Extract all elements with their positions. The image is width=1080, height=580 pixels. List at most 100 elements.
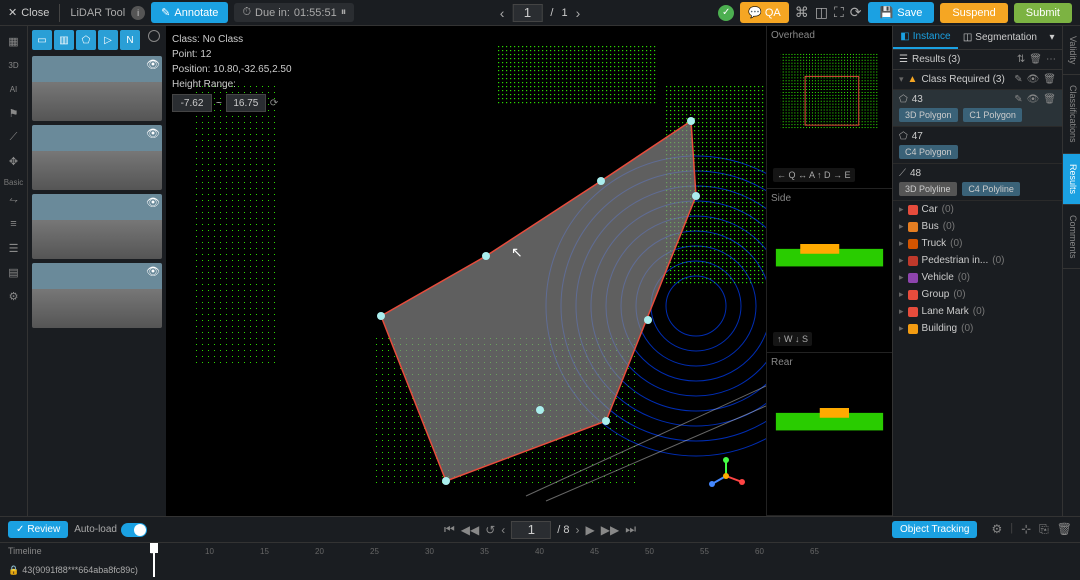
align-icon[interactable]: ⊹ bbox=[1021, 522, 1031, 537]
info-icon[interactable]: i bbox=[131, 6, 145, 20]
rear-view[interactable]: Rear bbox=[767, 353, 892, 516]
polygon-vertex[interactable] bbox=[644, 316, 652, 324]
next-page-icon[interactable]: › bbox=[576, 5, 581, 21]
frame-input[interactable] bbox=[511, 521, 551, 539]
eye-icon[interactable]: 👁 bbox=[146, 58, 160, 71]
submit-button[interactable]: Submit bbox=[1014, 3, 1072, 23]
polyline-tool-2[interactable]: N bbox=[120, 30, 140, 50]
edit-icon[interactable]: ✎ bbox=[1014, 94, 1022, 105]
object-tracking-button[interactable]: Object Tracking bbox=[892, 521, 977, 538]
filter-icon[interactable]: ☰ bbox=[3, 237, 25, 259]
chevron-right-icon[interactable]: ▸ bbox=[899, 323, 904, 334]
trash-icon[interactable]: 🗑 bbox=[1043, 94, 1056, 105]
polygon-vertex[interactable] bbox=[442, 477, 450, 485]
refresh-icon[interactable]: ⟳ bbox=[850, 4, 862, 21]
expand-icon[interactable]: ⛶ bbox=[834, 4, 844, 21]
class-required-group[interactable]: ▾ ▲ Class Required (3) ✎👁🗑 bbox=[893, 70, 1062, 90]
ai-icon[interactable]: AI bbox=[3, 78, 25, 100]
vtab-comments[interactable]: Comments bbox=[1063, 205, 1080, 270]
overhead-view[interactable]: Overhead ← Q ↔ A ↑ D → E bbox=[767, 26, 892, 189]
class-row[interactable]: ▸Vehicle (0) bbox=[893, 269, 1062, 286]
save-button[interactable]: 💾 Save bbox=[868, 2, 935, 23]
rect-tool[interactable]: ▭ bbox=[32, 30, 52, 50]
polygon-vertex[interactable] bbox=[482, 252, 490, 260]
prev-page-icon[interactable]: ‹ bbox=[500, 5, 505, 21]
vtab-validity[interactable]: Validity bbox=[1063, 26, 1080, 75]
chevron-down-icon[interactable]: ▾ bbox=[899, 74, 904, 85]
page-input[interactable] bbox=[512, 4, 542, 22]
results-header[interactable]: ☰ Results (3) ⇅ 🗑 ⋯ bbox=[893, 50, 1062, 70]
edit-icon[interactable]: ✎ bbox=[1014, 74, 1022, 85]
result-43[interactable]: ⬠ 43 ✎👁🗑 3D Polygon C1 Polygon bbox=[893, 90, 1062, 127]
chevron-right-icon[interactable]: ▸ bbox=[899, 238, 904, 249]
gear-icon[interactable]: ⚙ bbox=[991, 522, 1002, 537]
settings-icon[interactable]: ⚙ bbox=[3, 285, 25, 307]
vtab-results[interactable]: Results bbox=[1063, 154, 1080, 205]
replay-icon[interactable]: ↺ bbox=[485, 523, 495, 537]
polygon-vertex[interactable] bbox=[692, 192, 700, 200]
chevron-right-icon[interactable]: ▸ bbox=[899, 221, 904, 232]
camera-view-2[interactable]: 👁 bbox=[32, 125, 162, 190]
result-48[interactable]: ⟋ 48 3D Polyline C4 Polyline bbox=[893, 164, 1062, 201]
class-row[interactable]: ▸Building (0) bbox=[893, 320, 1062, 337]
3d-label[interactable]: 3D bbox=[3, 54, 25, 76]
close-button[interactable]: ✕ Close bbox=[8, 6, 49, 19]
measure-icon[interactable]: ⥊ bbox=[3, 189, 25, 211]
class-row[interactable]: ▸Truck (0) bbox=[893, 235, 1062, 252]
arrow-tool[interactable]: ▷ bbox=[98, 30, 118, 50]
bug-icon[interactable]: ⌘ bbox=[795, 4, 809, 21]
copy-frame-icon[interactable]: ⎘ bbox=[1039, 522, 1049, 537]
cuboid-tool[interactable]: ▥ bbox=[54, 30, 74, 50]
side-view[interactable]: Side ↑ W ↓ S bbox=[767, 189, 892, 352]
chat-outline-icon[interactable]: ◫ bbox=[815, 4, 828, 21]
eye-icon[interactable]: 👁 bbox=[146, 196, 160, 209]
class-row[interactable]: ▸Pedestrian in... (0) bbox=[893, 252, 1062, 269]
prev-frame-icon[interactable]: ‹ bbox=[501, 523, 505, 537]
grid-icon[interactable]: ▤ bbox=[3, 261, 25, 283]
move-icon[interactable]: ✥ bbox=[3, 150, 25, 172]
timeline-track[interactable]: 🔒 43(9091f88***664aba8fc89c) bbox=[8, 563, 1070, 577]
polyline-icon[interactable]: ⟋ bbox=[3, 126, 25, 148]
qa-button[interactable]: 💬 QA bbox=[740, 2, 789, 23]
timeline[interactable]: Timeline 5101520253035404550556065 🔒 43(… bbox=[0, 543, 1080, 580]
more-icon[interactable]: ⋯ bbox=[1046, 54, 1056, 65]
autoload-toggle[interactable]: Auto-load bbox=[74, 523, 147, 537]
chevron-right-icon[interactable]: ▸ bbox=[899, 272, 904, 283]
tab-segmentation[interactable]: ◫Segmentation bbox=[958, 26, 1042, 49]
vtab-classifications[interactable]: Classifications bbox=[1063, 75, 1080, 154]
annotate-button[interactable]: ✎ Annotate bbox=[151, 2, 228, 23]
trash-icon[interactable]: 🗑 bbox=[1043, 74, 1056, 85]
step-back-icon[interactable]: ◀◀ bbox=[461, 523, 479, 537]
class-row[interactable]: ▸Group (0) bbox=[893, 286, 1062, 303]
review-button[interactable]: ✓ Review bbox=[8, 521, 68, 538]
skip-last-icon[interactable]: ⏭ bbox=[625, 522, 636, 537]
chevron-right-icon[interactable]: ▸ bbox=[899, 255, 904, 266]
eye-small-icon[interactable]: 👁 bbox=[1027, 94, 1040, 105]
polygon-vertex[interactable] bbox=[536, 406, 544, 414]
polygon-tool[interactable]: ⬠ bbox=[76, 30, 96, 50]
height-max-input[interactable] bbox=[226, 94, 266, 112]
toggle-switch[interactable] bbox=[121, 523, 147, 537]
result-47[interactable]: ⬠ 47 C4 Polygon bbox=[893, 127, 1062, 164]
polygon-vertex[interactable] bbox=[687, 117, 695, 125]
cube-icon[interactable]: ▦ bbox=[3, 30, 25, 52]
axis-gizmo[interactable] bbox=[706, 456, 746, 496]
eye-small-icon[interactable]: 👁 bbox=[1027, 74, 1040, 85]
play-icon[interactable]: ▶ bbox=[586, 523, 595, 537]
eye-icon[interactable]: 👁 bbox=[146, 265, 160, 278]
polygon-vertex[interactable] bbox=[377, 312, 385, 320]
filter-panel-icon[interactable]: ▾ bbox=[1042, 26, 1062, 49]
delete-frame-icon[interactable]: 🗑 bbox=[1057, 522, 1072, 537]
refresh-height-icon[interactable]: ⟳ bbox=[270, 96, 278, 111]
pause-icon[interactable]: ⏸ bbox=[341, 6, 347, 19]
sort-icon[interactable]: ⇅ bbox=[1017, 54, 1025, 65]
main-viewport[interactable]: Class: No Class Point: 12 Position: 10.8… bbox=[166, 26, 766, 516]
class-row[interactable]: ▸Car (0) bbox=[893, 201, 1062, 218]
chevron-right-icon[interactable]: ▸ bbox=[899, 204, 904, 215]
class-row[interactable]: ▸Lane Mark (0) bbox=[893, 303, 1062, 320]
step-fwd-icon[interactable]: ▶▶ bbox=[601, 523, 619, 537]
skip-first-icon[interactable]: ⏮ bbox=[444, 522, 455, 537]
record-icon[interactable] bbox=[148, 30, 160, 42]
delete-icon[interactable]: 🗑 bbox=[1029, 54, 1042, 65]
eye-icon[interactable]: 👁 bbox=[146, 127, 160, 140]
